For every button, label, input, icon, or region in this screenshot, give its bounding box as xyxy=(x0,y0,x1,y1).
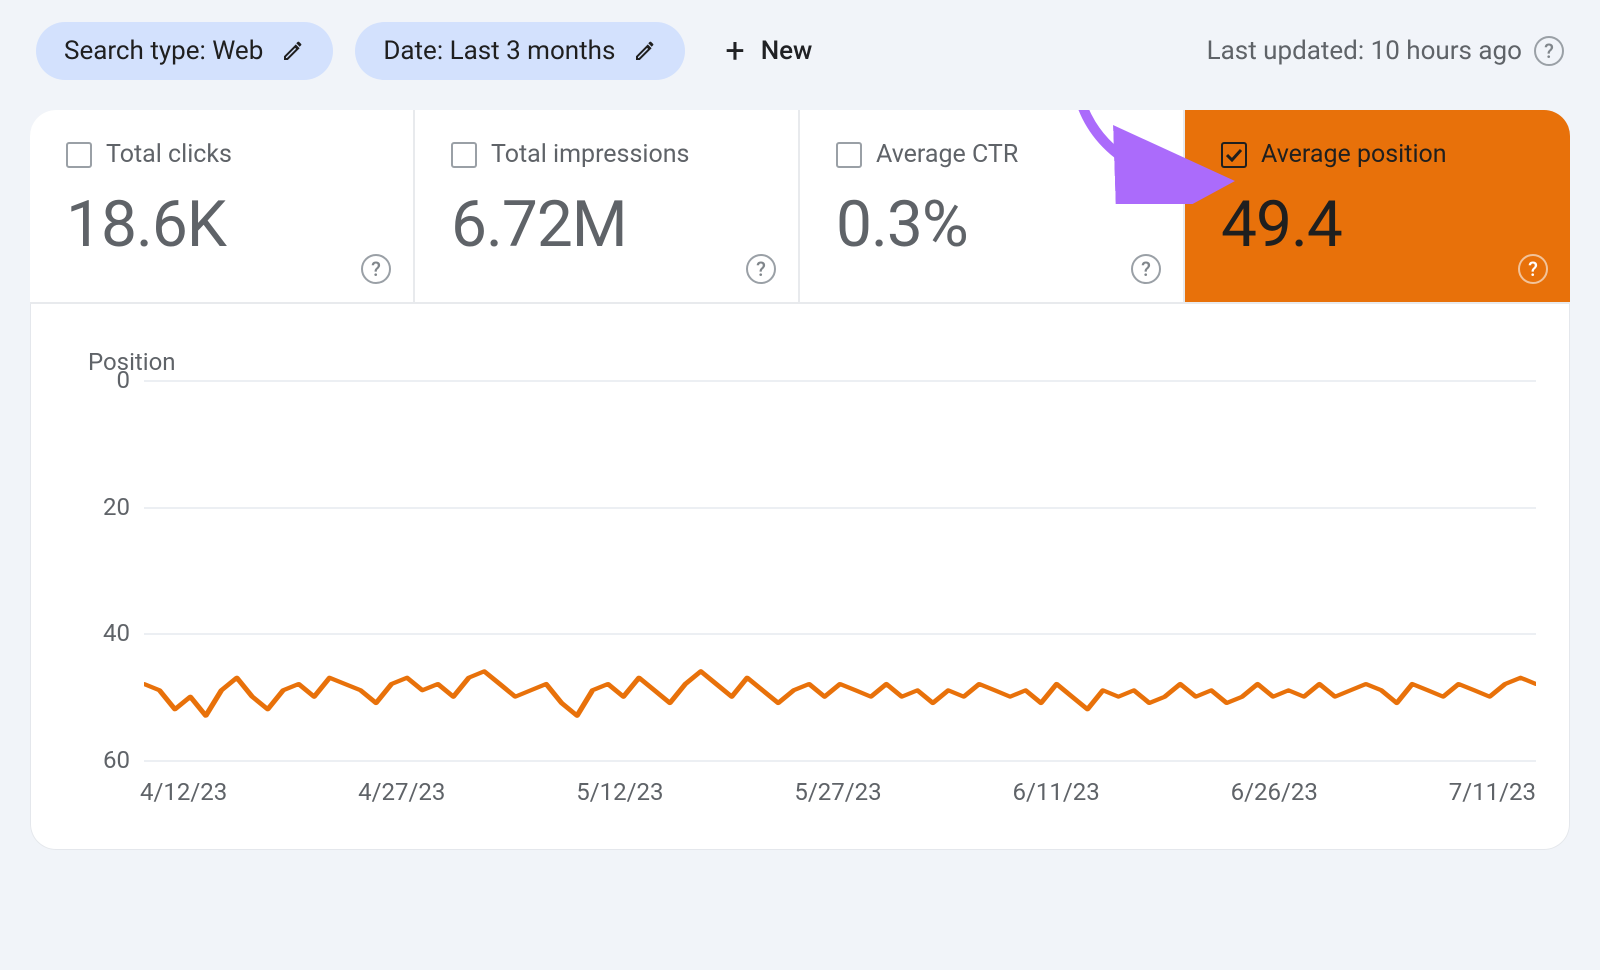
y-tick-label: 40 xyxy=(68,619,130,647)
metric-value: 18.6K xyxy=(66,187,383,262)
last-updated-text: Last updated: 10 hours ago xyxy=(1207,36,1522,66)
x-axis: 4/12/23 4/27/23 5/12/23 5/27/23 6/11/23 6/26/… xyxy=(140,778,1536,806)
chip-date-range-label: Date: Last 3 months xyxy=(383,36,615,66)
x-tick-label: 5/27/23 xyxy=(794,778,881,806)
metric-value: 49.4 xyxy=(1221,187,1540,262)
metric-label: Total clicks xyxy=(106,140,232,169)
metric-total-impressions[interactable]: Total impressions 6.72M ? xyxy=(415,110,800,302)
x-tick-label: 4/12/23 xyxy=(140,778,227,806)
metric-label: Average CTR xyxy=(876,140,1018,169)
pencil-icon xyxy=(281,39,305,63)
checkbox-unchecked-icon xyxy=(66,142,92,168)
metric-total-clicks[interactable]: Total clicks 18.6K ? xyxy=(30,110,415,302)
help-icon[interactable]: ? xyxy=(361,254,391,284)
x-tick-label: 6/26/23 xyxy=(1231,778,1318,806)
gridline xyxy=(144,633,1536,635)
help-icon[interactable]: ? xyxy=(1131,254,1161,284)
x-tick-label: 7/11/23 xyxy=(1449,778,1536,806)
pencil-icon xyxy=(633,39,657,63)
y-tick-label: 20 xyxy=(68,493,130,521)
metrics-row: Total clicks 18.6K ? Total impressions 6… xyxy=(30,110,1570,304)
chip-date-range[interactable]: Date: Last 3 months xyxy=(355,22,685,80)
plus-icon: + xyxy=(725,34,744,68)
metric-average-position[interactable]: Average position 49.4 ? xyxy=(1185,110,1570,302)
filter-bar: Search type: Web Date: Last 3 months + N… xyxy=(30,14,1570,110)
checkbox-unchecked-icon xyxy=(451,142,477,168)
chip-search-type-label: Search type: Web xyxy=(64,36,263,66)
new-filter-label: New xyxy=(761,36,813,66)
metric-label: Total impressions xyxy=(491,140,689,169)
x-tick-label: 6/11/23 xyxy=(1013,778,1100,806)
checkbox-checked-icon xyxy=(1221,142,1247,168)
help-icon[interactable]: ? xyxy=(746,254,776,284)
checkbox-unchecked-icon xyxy=(836,142,862,168)
chip-search-type[interactable]: Search type: Web xyxy=(36,22,333,80)
y-axis-title: Position xyxy=(88,348,1536,376)
x-tick-label: 4/27/23 xyxy=(358,778,445,806)
help-icon[interactable]: ? xyxy=(1534,36,1564,66)
x-tick-label: 5/12/23 xyxy=(576,778,663,806)
metric-value: 6.72M xyxy=(451,187,768,262)
metric-value: 0.3% xyxy=(836,187,1153,262)
chart-area: Position 0 20 40 60 4/12/23 4/27/23 5/12/23 5/… xyxy=(30,304,1570,850)
performance-panel: Total clicks 18.6K ? Total impressions 6… xyxy=(30,110,1570,850)
gridline xyxy=(144,760,1536,762)
gridline xyxy=(144,380,1536,382)
metric-label: Average position xyxy=(1261,140,1447,169)
line-chart[interactable]: 0204060 xyxy=(68,380,1536,760)
metric-average-ctr[interactable]: Average CTR 0.3% ? xyxy=(800,110,1185,302)
gridline xyxy=(144,507,1536,509)
help-icon[interactable]: ? xyxy=(1518,254,1548,284)
y-tick-label: 0 xyxy=(68,366,130,394)
y-tick-label: 60 xyxy=(68,746,130,774)
last-updated: Last updated: 10 hours ago ? xyxy=(1207,36,1564,66)
new-filter-button[interactable]: + New xyxy=(707,22,830,80)
